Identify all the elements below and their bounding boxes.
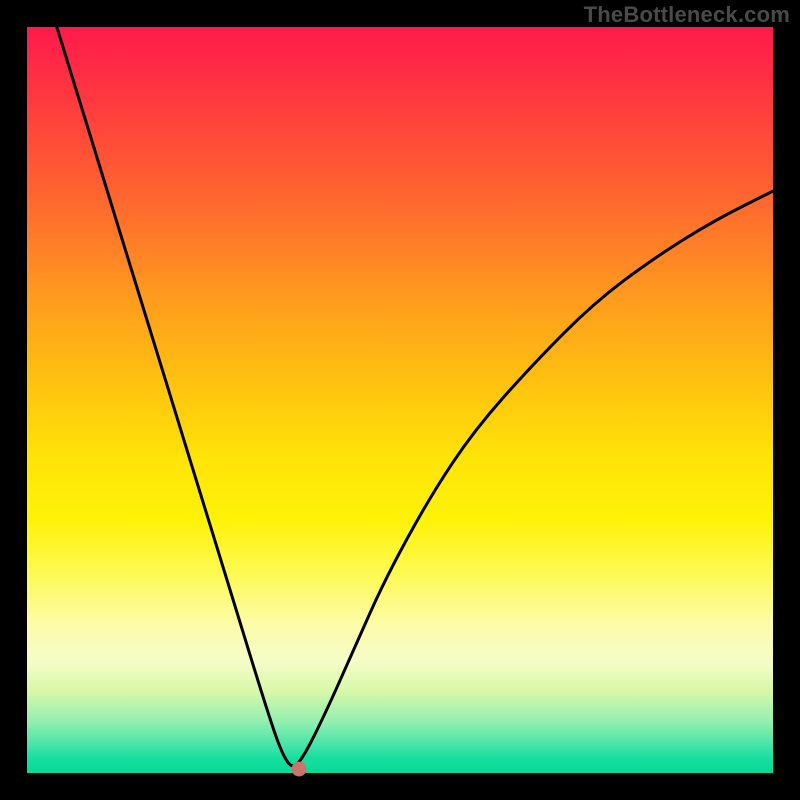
bottleneck-curve-path (57, 27, 773, 766)
bottleneck-curve-svg (27, 27, 773, 773)
watermark-text: TheBottleneck.com (584, 2, 790, 28)
chart-frame: TheBottleneck.com (0, 0, 800, 800)
minimum-marker-dot (292, 762, 307, 777)
